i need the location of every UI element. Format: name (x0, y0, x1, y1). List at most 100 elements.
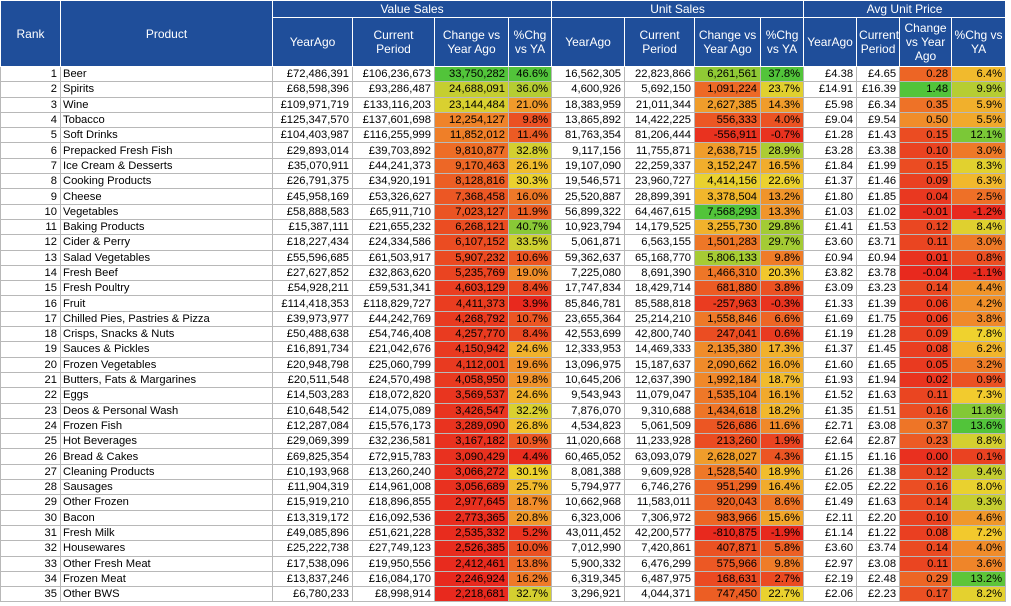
cell-value-pctchg: 24.6% (507, 341, 553, 358)
cell-value-change: 6,107,152 (434, 234, 509, 251)
table-row: 13 Salad Vegetables £55,596,685 £61,503,917… (0, 249, 1007, 266)
cell-unit-pctchg: 29.8% (760, 218, 805, 236)
cell-value-pctchg: 24.6% (507, 387, 553, 404)
cell-unit-current: 28,899,391 (624, 188, 696, 205)
cell-value-yearago: £104,403,987 (272, 127, 353, 144)
cell-price-change: 0.08 (899, 524, 953, 542)
cell-price-yearago: £9.04 (803, 111, 858, 129)
cell-product: Soft Drinks (60, 127, 273, 144)
cell-product: Prepacked Fresh Fish (60, 142, 273, 159)
cell-price-change: 0.14 (899, 540, 953, 557)
cell-value-current: £93,286,487 (352, 81, 435, 98)
cell-unit-pctchg: 23.7% (760, 81, 805, 98)
cell-rank: 13 (0, 249, 61, 266)
cell-value-change: 7,368,458 (434, 188, 509, 205)
cell-value-yearago: £109,971,719 (272, 96, 353, 113)
cell-value-change: 2,218,681 (434, 586, 509, 603)
cell-unit-pctchg: 3.8% (760, 280, 805, 297)
cell-unit-change: 920,043 (694, 494, 762, 511)
header-price-pctchg: %Chg vs YA (951, 17, 1007, 67)
cell-unit-change: 2,135,380 (694, 341, 762, 358)
cell-value-pctchg: 10.9% (507, 433, 553, 450)
cell-value-change: 4,058,950 (434, 371, 509, 389)
cell-value-yearago: £55,596,685 (272, 249, 353, 266)
cell-value-change: 3,056,689 (434, 479, 509, 496)
cell-price-yearago: £1.14 (803, 524, 858, 542)
cell-price-current: £1.99 (856, 157, 901, 175)
cell-unit-current: 6,476,299 (624, 555, 696, 572)
cell-value-current: £16,092,536 (352, 509, 435, 526)
cell-unit-yearago: 13,096,975 (551, 356, 626, 373)
cell-unit-current: 63,093,079 (624, 448, 696, 465)
cell-value-yearago: £15,919,210 (272, 494, 353, 511)
table-row: 27 Cleaning Products £10,193,968 £13,260,24… (0, 463, 1007, 481)
cell-price-pctchg: 4.6% (951, 509, 1007, 526)
cell-unit-yearago: 16,562,305 (551, 65, 626, 83)
cell-price-yearago: £3.09 (803, 280, 858, 297)
cell-value-change: 4,411,373 (434, 295, 509, 312)
cell-value-current: £14,075,089 (352, 402, 435, 419)
cell-unit-current: 23,960,727 (624, 173, 696, 190)
cell-rank: 29 (0, 494, 61, 511)
cell-price-yearago: £3.82 (803, 264, 858, 282)
cell-value-yearago: £13,319,172 (272, 509, 353, 526)
cell-value-pctchg: 25.7% (507, 479, 553, 496)
cell-price-pctchg: 3.0% (951, 142, 1007, 159)
cell-price-yearago: £3.60 (803, 540, 858, 557)
cell-unit-pctchg: 9.8% (760, 555, 805, 572)
cell-unit-pctchg: 9.8% (760, 249, 805, 266)
cell-value-pctchg: 11.9% (507, 203, 553, 220)
cell-unit-pctchg: 15.6% (760, 509, 805, 526)
cell-value-yearago: £25,222,738 (272, 540, 353, 557)
cell-price-current: £9.54 (856, 111, 901, 129)
cell-rank: 35 (0, 586, 61, 603)
cell-price-yearago: £5.98 (803, 96, 858, 113)
cell-value-pctchg: 10.6% (507, 249, 553, 266)
cell-price-pctchg: 12.1% (951, 127, 1007, 144)
cell-unit-pctchg: 4.3% (760, 448, 805, 465)
cell-unit-yearago: 6,323,006 (551, 509, 626, 526)
cell-price-pctchg: 11.8% (951, 402, 1007, 419)
cell-price-current: £1.45 (856, 341, 901, 358)
cell-unit-pctchg: 4.0% (760, 111, 805, 129)
cell-value-yearago: £14,503,283 (272, 387, 353, 404)
cell-value-current: £25,060,799 (352, 356, 435, 373)
cell-rank: 8 (0, 173, 61, 190)
cell-rank: 31 (0, 524, 61, 542)
cell-rank: 10 (0, 203, 61, 220)
cell-unit-change: -810,875 (694, 524, 762, 542)
cell-product: Beer (60, 65, 273, 83)
cell-unit-yearago: 8,081,388 (551, 463, 626, 481)
cell-price-current: £4.65 (856, 65, 901, 83)
cell-unit-yearago: 25,520,887 (551, 188, 626, 205)
cell-price-current: £1.28 (856, 326, 901, 343)
cell-price-pctchg: 3.2% (951, 356, 1007, 373)
cell-product: Hot Beverages (60, 433, 273, 450)
cell-price-current: £1.63 (856, 494, 901, 511)
cell-value-yearago: £11,904,319 (272, 479, 353, 496)
cell-value-change: 9,810,877 (434, 142, 509, 159)
cell-price-yearago: £1.15 (803, 448, 858, 465)
cell-value-current: £32,236,581 (352, 433, 435, 450)
cell-unit-yearago: 5,794,977 (551, 479, 626, 496)
cell-unit-pctchg: 16.1% (760, 387, 805, 404)
cell-unit-change: 575,966 (694, 555, 762, 572)
cell-price-change: 0.28 (899, 65, 953, 83)
cell-price-change: 1.48 (899, 81, 953, 98)
cell-value-current: £21,042,676 (352, 341, 435, 358)
cell-value-change: 2,773,365 (434, 509, 509, 526)
cell-price-yearago: £1.69 (803, 310, 858, 328)
cell-value-yearago: £39,973,977 (272, 310, 353, 328)
cell-price-pctchg: 9.4% (951, 463, 1007, 481)
cell-value-pctchg: 3.9% (507, 295, 553, 312)
cell-price-pctchg: 8.3% (951, 157, 1007, 175)
cell-value-pctchg: 16.0% (507, 188, 553, 205)
cell-price-pctchg: 3.6% (951, 555, 1007, 572)
cell-price-pctchg: -1.2% (951, 203, 1007, 220)
cell-value-pctchg: 36.0% (507, 81, 553, 98)
header-product: Product (60, 0, 273, 67)
cell-product: Other Fresh Meat (60, 555, 273, 572)
cell-product: Other Frozen (60, 494, 273, 511)
cell-price-yearago: £1.37 (803, 341, 858, 358)
cell-price-current: £3.08 (856, 417, 901, 435)
